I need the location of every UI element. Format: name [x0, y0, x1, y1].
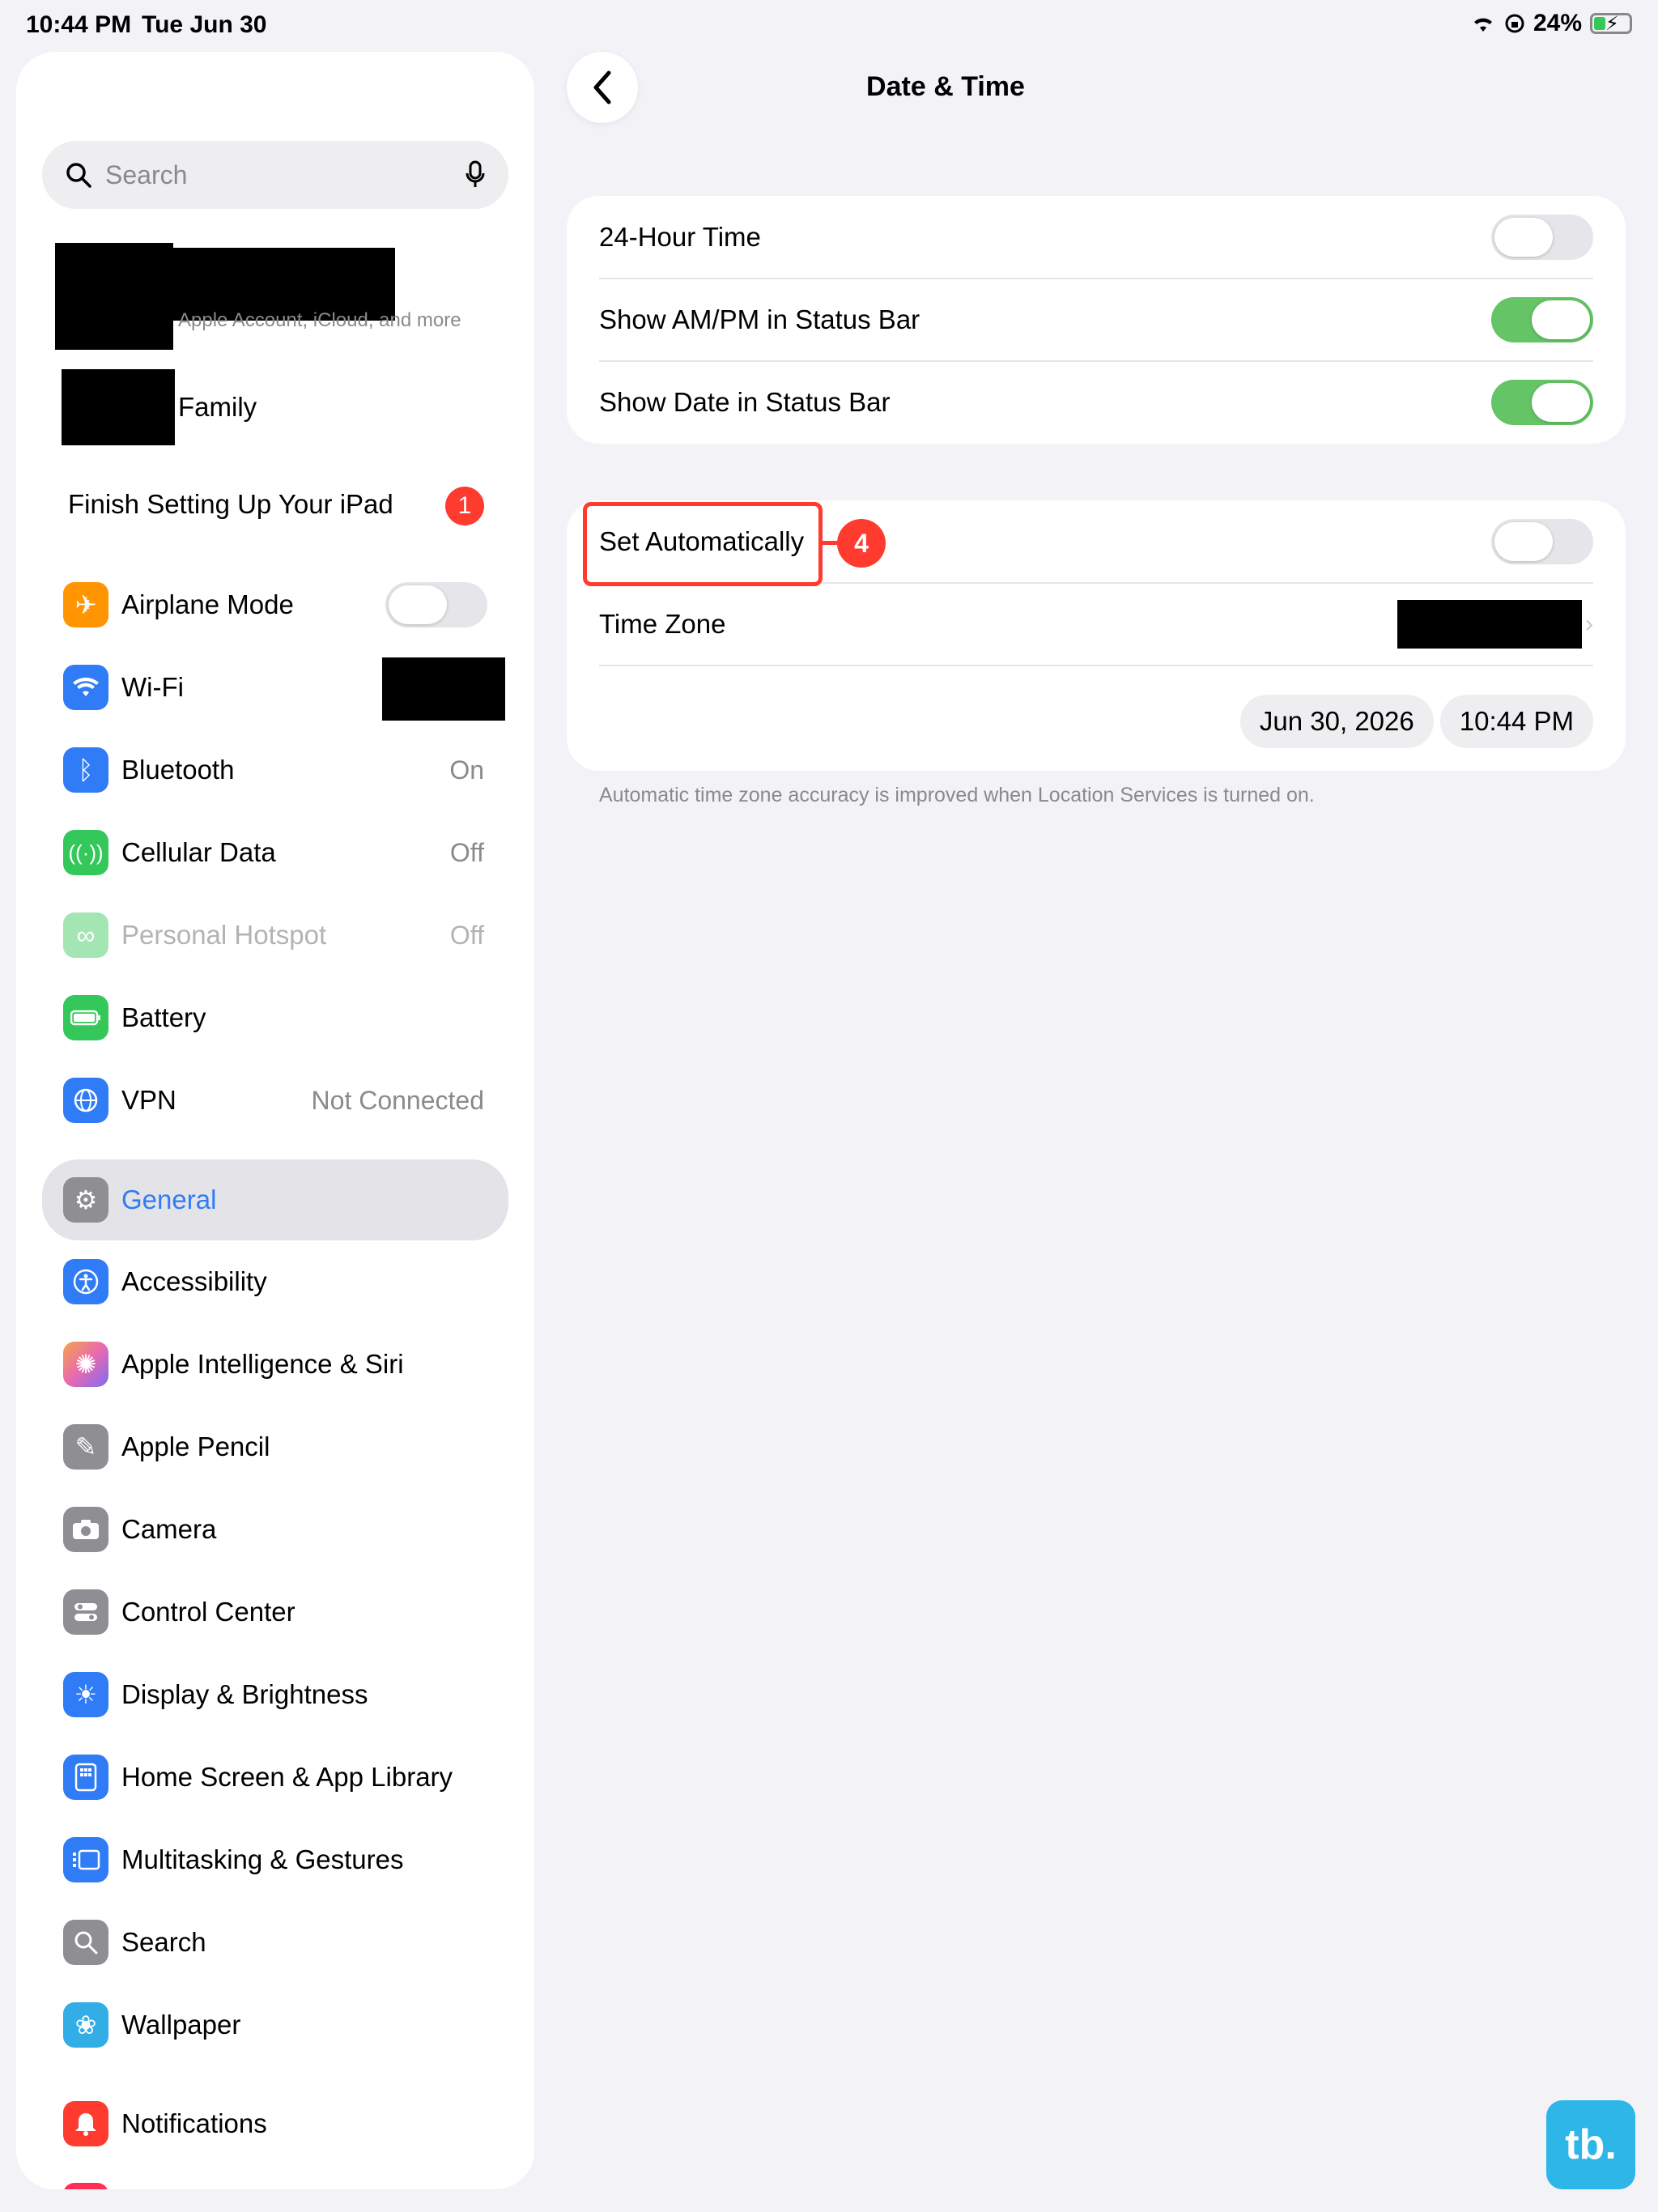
sidebar-item-home-screen[interactable]: Home Screen & App Library — [42, 1741, 508, 1814]
gear-icon: ⚙ — [63, 1177, 108, 1223]
flower-icon: ❀ — [63, 2002, 108, 2048]
pencil-icon: ✎ — [63, 1424, 108, 1470]
toggle-show-ampm[interactable] — [1491, 297, 1593, 342]
search-placeholder: Search — [105, 160, 188, 189]
microphone-icon[interactable] — [465, 160, 486, 189]
toggle-24-hour-time[interactable] — [1491, 215, 1593, 260]
airplane-mode-toggle[interactable] — [385, 582, 487, 627]
row-show-date: Show Date in Status Bar — [599, 361, 1593, 444]
status-bar: 10:44 PM Tue Jun 30 24% ⚡ — [0, 0, 1658, 52]
sidebar-item-wallpaper[interactable]: ❀ Wallpaper — [42, 1989, 508, 2061]
sidebar-item-battery[interactable]: Battery — [42, 981, 508, 1054]
sidebar-item-camera[interactable]: Camera — [42, 1493, 508, 1566]
date-picker[interactable]: Jun 30, 2026 — [1239, 695, 1434, 748]
row-date-time-pickers: Jun 30, 2026 10:44 PM — [599, 680, 1593, 763]
back-button[interactable] — [567, 52, 638, 123]
watermark-logo: tb. — [1546, 2100, 1635, 2189]
bell-icon — [63, 2101, 108, 2146]
settings-sidebar[interactable]: Search Apple Account, iCloud, and more F… — [16, 52, 534, 2189]
bluetooth-icon: ᛒ — [63, 747, 108, 793]
multitasking-icon — [63, 1837, 108, 1882]
annotation-highlight-box — [583, 502, 823, 586]
sun-icon: ☀ — [63, 1672, 108, 1717]
search-input[interactable]: Search — [42, 141, 508, 209]
camera-icon — [63, 1507, 108, 1552]
accessibility-icon — [63, 1259, 108, 1304]
wifi-network-redacted — [382, 657, 505, 721]
sidebar-item-search[interactable]: Search — [42, 1906, 508, 1979]
sidebar-item-notifications[interactable]: Notifications — [42, 2087, 508, 2160]
toggle-set-automatically[interactable] — [1491, 519, 1593, 564]
orientation-lock-icon — [1505, 14, 1524, 33]
sidebar-item-apple-intelligence-siri[interactable]: ✺ Apple Intelligence & Siri — [42, 1328, 508, 1401]
battery-percent: 24% — [1533, 10, 1582, 36]
sidebar-item-bluetooth[interactable]: ᛒ Bluetooth On — [42, 734, 508, 806]
chevron-left-icon — [593, 70, 611, 104]
time-zone-footnote: Automatic time zone accuracy is improved… — [599, 784, 1315, 806]
finish-setup-label[interactable]: Finish Setting Up Your iPad — [68, 489, 393, 520]
chevron-right-icon: › — [1585, 610, 1593, 637]
sidebar-item-cellular-data[interactable]: ((·)) Cellular Data Off — [42, 816, 508, 889]
status-bar-settings-card: 24-Hour Time Show AM/PM in Status Bar Sh… — [567, 196, 1626, 444]
time-picker[interactable]: 10:44 PM — [1439, 695, 1593, 748]
control-center-icon — [63, 1589, 108, 1635]
row-24-hour-time: 24-Hour Time — [599, 196, 1593, 279]
sidebar-item-airplane-mode[interactable]: ✈ Airplane Mode — [42, 568, 508, 641]
sidebar-item-control-center[interactable]: Control Center — [42, 1576, 508, 1648]
hotspot-icon: ∞ — [63, 912, 108, 958]
wifi-icon — [63, 665, 108, 710]
search-icon — [66, 163, 91, 188]
siri-icon: ✺ — [63, 1342, 108, 1387]
status-time: 10:44 PM — [26, 11, 132, 38]
sidebar-item-general[interactable]: ⚙ General — [42, 1159, 508, 1240]
page-title: Date & Time — [866, 71, 1025, 102]
magnifier-icon — [63, 1920, 108, 1965]
sidebar-item-accessibility[interactable]: Accessibility — [42, 1245, 508, 1318]
row-time-zone[interactable]: Time Zone › — [599, 583, 1593, 666]
wifi-status-icon — [1473, 18, 1492, 32]
battery-icon — [63, 995, 108, 1040]
status-date: Tue Jun 30 — [142, 11, 267, 38]
sidebar-item-multitasking[interactable]: Multitasking & Gestures — [42, 1823, 508, 1896]
home-screen-icon — [63, 1755, 108, 1800]
globe-icon — [63, 1078, 108, 1123]
account-subtitle: Apple Account, iCloud, and more — [178, 309, 461, 331]
sidebar-item-apple-pencil[interactable]: ✎ Apple Pencil — [42, 1410, 508, 1483]
sidebar-item-display-brightness[interactable]: ☀ Display & Brightness — [42, 1658, 508, 1731]
family-label[interactable]: Family — [178, 392, 257, 423]
time-zone-value-redacted — [1397, 600, 1582, 649]
sidebar-item-personal-hotspot[interactable]: ∞ Personal Hotspot Off — [42, 899, 508, 972]
row-show-ampm: Show AM/PM in Status Bar — [599, 279, 1593, 361]
cellular-icon: ((·)) — [63, 830, 108, 875]
family-avatars-redacted[interactable] — [62, 369, 175, 445]
sidebar-next-item-partial — [63, 2183, 108, 2189]
annotation-step-number: 4 — [837, 519, 886, 568]
status-indicators: 24% ⚡ — [1470, 10, 1632, 37]
battery-status-icon: ⚡ — [1590, 13, 1632, 35]
airplane-icon: ✈ — [63, 582, 108, 627]
notification-badge: 1 — [445, 487, 484, 525]
toggle-show-date[interactable] — [1491, 380, 1593, 425]
account-avatar-redacted[interactable] — [55, 243, 173, 350]
sidebar-item-vpn[interactable]: VPN Not Connected — [42, 1064, 508, 1137]
